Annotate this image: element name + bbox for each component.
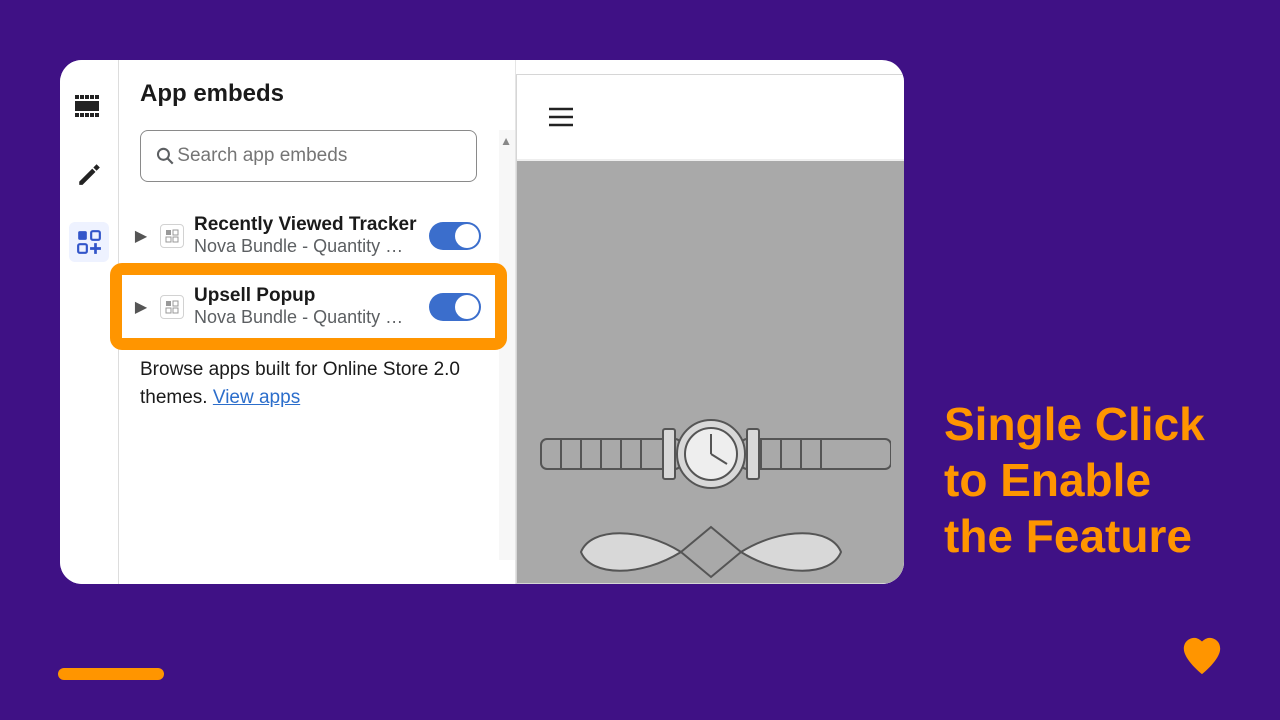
app-block-icon (160, 224, 184, 248)
embed-upsell-popup[interactable]: ▶ Upsell Popup Nova Bundle - Quantity … (118, 271, 499, 342)
app-block-icon (160, 295, 184, 319)
heart-icon (1180, 636, 1224, 676)
search-input[interactable] (175, 144, 462, 168)
accent-bar (58, 668, 164, 680)
left-icon-rail (60, 60, 119, 584)
scroll-area: ▲ ▶ Recently Viewed Tracker Nova Bundle … (118, 130, 515, 560)
embed-subtitle: Nova Bundle - Quantity … (194, 236, 419, 257)
hamburger-icon[interactable] (547, 106, 575, 128)
marketing-headline: Single Click to Enable the Feature (944, 396, 1205, 564)
search-box[interactable] (140, 130, 477, 182)
search-icon (155, 145, 175, 167)
preview-body (517, 161, 904, 584)
app-embeds-panel: App embeds ▲ ▶ Recently Viewed Tracker N… (118, 60, 516, 584)
browse-apps-text: Browse apps built for Online Store 2.0 t… (118, 342, 499, 425)
headline-line-1: Single Click (944, 396, 1205, 452)
embed-text: Recently Viewed Tracker Nova Bundle - Qu… (194, 214, 419, 257)
embed-title: Recently Viewed Tracker (194, 214, 419, 236)
scroll-up-arrow-icon[interactable]: ▲ (500, 134, 512, 148)
headline-line-3: the Feature (944, 508, 1205, 564)
embed-title: Upsell Popup (194, 285, 419, 307)
toggle-switch[interactable] (429, 222, 481, 250)
panel-title: App embeds (118, 80, 515, 130)
embed-subtitle: Nova Bundle - Quantity … (194, 307, 419, 328)
editor-card: App embeds ▲ ▶ Recently Viewed Tracker N… (60, 60, 904, 584)
storefront-preview (516, 74, 904, 584)
bow-illustration (561, 517, 861, 584)
embed-recently-viewed[interactable]: ▶ Recently Viewed Tracker Nova Bundle - … (118, 200, 499, 271)
headline-line-2: to Enable (944, 452, 1205, 508)
nav-app-embeds-icon[interactable] (69, 222, 109, 262)
nav-theme-icon[interactable] (69, 154, 109, 194)
view-apps-link[interactable]: View apps (213, 387, 300, 408)
toggle-switch[interactable] (429, 293, 481, 321)
nav-sections-icon[interactable] (69, 86, 109, 126)
watch-illustration (531, 409, 891, 499)
preview-header (517, 75, 904, 161)
chevron-right-icon[interactable]: ▶ (132, 226, 150, 246)
chevron-right-icon[interactable]: ▶ (132, 297, 150, 317)
embed-text: Upsell Popup Nova Bundle - Quantity … (194, 285, 419, 328)
